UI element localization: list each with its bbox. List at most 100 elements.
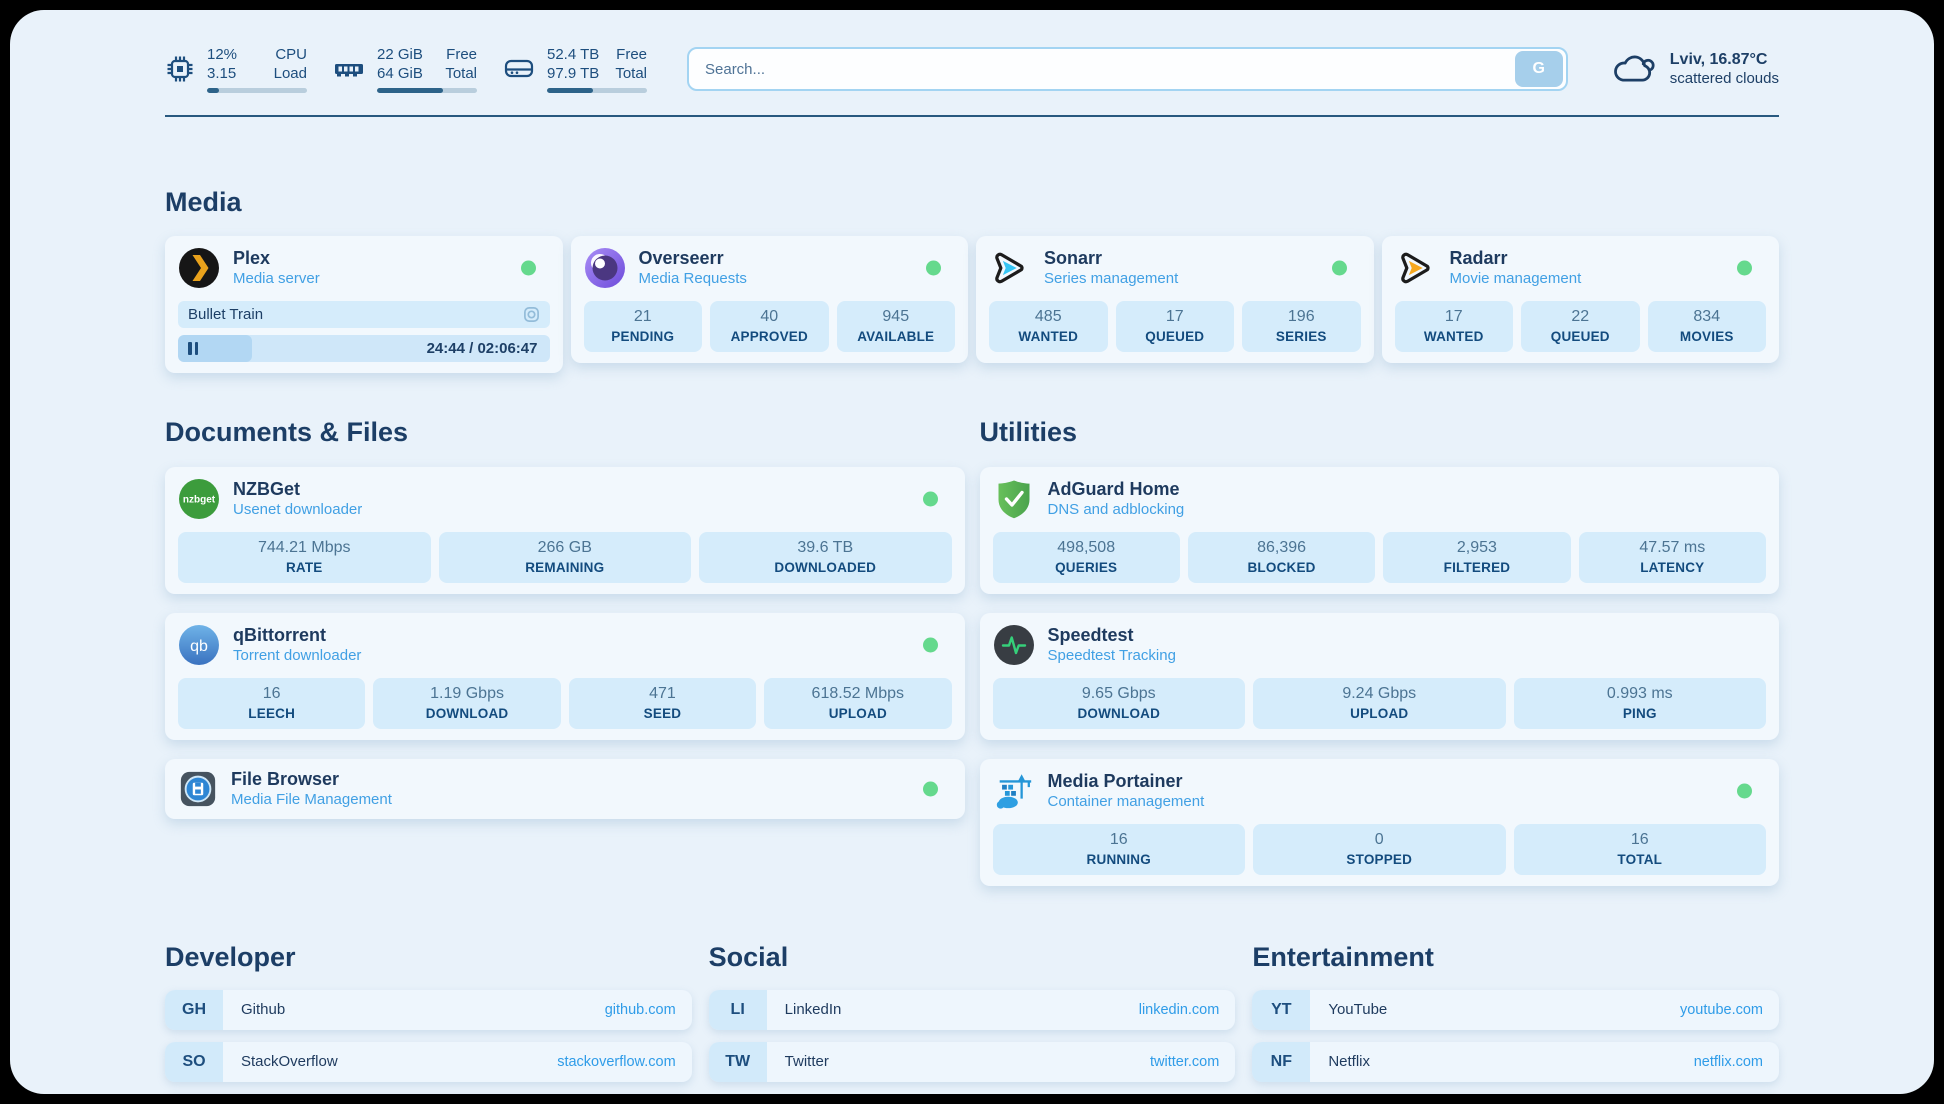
adguard-icon <box>993 478 1035 520</box>
hardware-stats: 12% 3.15 CPU Load <box>165 46 647 93</box>
service-subtitle: Speedtest Tracking <box>1048 647 1176 664</box>
bookmark-dev[interactable]: DT DEV dev.to <box>165 1094 692 1095</box>
now-playing-title: Bullet Train <box>188 306 523 323</box>
status-dot-online <box>521 260 536 275</box>
bookmark-name: YouTube <box>1310 1001 1387 1018</box>
pause-icon <box>188 342 198 355</box>
bookmark-abbr: GH <box>165 990 223 1030</box>
stat-box: 16 RUNNING <box>993 824 1246 875</box>
stat-box: 744.21 Mbps RATE <box>178 532 431 583</box>
search-input[interactable] <box>689 61 1515 78</box>
sonarr-icon <box>989 247 1031 289</box>
search-engine-button[interactable]: G <box>1515 51 1563 87</box>
service-name: File Browser <box>231 769 392 790</box>
bookmark-url: twitter.com <box>1150 1054 1235 1070</box>
bookmark-abbr: DT <box>165 1094 223 1095</box>
stat-box: 0 STOPPED <box>1253 824 1506 875</box>
plex-icon <box>178 247 220 289</box>
service-name: NZBGet <box>233 479 362 500</box>
service-subtitle: Media Requests <box>639 270 747 287</box>
service-card-portainer[interactable]: Media Portainer Container management 16 … <box>980 759 1780 886</box>
bookmark-abbr: NF <box>1252 1042 1310 1082</box>
disk-label-2: Total <box>615 65 647 84</box>
stat-box: 196 SERIES <box>1242 301 1361 352</box>
section-title-developer: Developer <box>165 942 692 973</box>
svg-text:nzbget: nzbget <box>183 494 216 505</box>
stat-box: 485 WANTED <box>989 301 1108 352</box>
bookmark-abbr: YT <box>1252 990 1310 1030</box>
stat-box: 39.6 TB DOWNLOADED <box>699 532 952 583</box>
status-dot-online <box>923 637 938 652</box>
header-bar: 12% 3.15 CPU Load <box>165 46 1779 93</box>
service-subtitle: Series management <box>1044 270 1178 287</box>
service-name: AdGuard Home <box>1048 479 1185 500</box>
camera-icon <box>523 306 540 323</box>
disk-progress-bar <box>547 88 647 93</box>
bookmark-abbr: SO <box>165 1042 223 1082</box>
disk-icon <box>503 54 535 84</box>
bookmark-abbr: RE <box>1252 1094 1310 1095</box>
ram-icon <box>333 54 365 84</box>
bookmark-name: Twitter <box>767 1053 829 1070</box>
bookmark-abbr: LI <box>709 990 767 1030</box>
cpu-widget: 12% 3.15 CPU Load <box>165 46 307 93</box>
stat-box: 17 WANTED <box>1395 301 1514 352</box>
service-subtitle: Container management <box>1048 793 1205 810</box>
stat-box: 40 APPROVED <box>710 301 829 352</box>
dashboard-panel: 12% 3.15 CPU Load <box>10 10 1934 1094</box>
service-card-qbittorrent[interactable]: qb qBittorrent Torrent downloader 16 LEE… <box>165 613 965 740</box>
stat-box: 945 AVAILABLE <box>837 301 956 352</box>
cpu-icon <box>165 54 195 84</box>
disk-total-value: 97.9 TB <box>547 65 599 84</box>
now-playing-row: Bullet Train <box>178 301 550 328</box>
service-subtitle: Torrent downloader <box>233 647 361 664</box>
bookmark-linkedin[interactable]: LI LinkedIn linkedin.com <box>709 990 1236 1030</box>
bookmark-youtube[interactable]: YT YouTube youtube.com <box>1252 990 1779 1030</box>
bookmark-twitter[interactable]: TW Twitter twitter.com <box>709 1042 1236 1082</box>
service-subtitle: Usenet downloader <box>233 501 362 518</box>
section-title-documents: Documents & Files <box>165 417 965 448</box>
stat-box: 1.19 Gbps DOWNLOAD <box>373 678 560 729</box>
stat-box: 17 QUEUED <box>1116 301 1235 352</box>
status-dot-online <box>926 260 941 275</box>
stat-box: 9.24 Gbps UPLOAD <box>1253 678 1506 729</box>
stat-box: 2,953 FILTERED <box>1383 532 1570 583</box>
service-card-speedtest[interactable]: Speedtest Speedtest Tracking 9.65 Gbps D… <box>980 613 1780 740</box>
ram-label-1: Free <box>445 46 477 65</box>
service-subtitle: Movie management <box>1450 270 1582 287</box>
service-subtitle: DNS and adblocking <box>1048 501 1185 518</box>
bookmark-name: LinkedIn <box>767 1001 842 1018</box>
bookmark-netflix[interactable]: NF Netflix netflix.com <box>1252 1042 1779 1082</box>
service-card-filebrowser[interactable]: File Browser Media File Management <box>165 759 965 819</box>
service-card-radarr[interactable]: Radarr Movie management 17 WANTED 22 QUE… <box>1382 236 1780 363</box>
bookmark-abbr: TW <box>709 1042 767 1082</box>
cloud-icon <box>1610 51 1658 87</box>
status-dot-online <box>1332 260 1347 275</box>
ram-free-value: 22 GiB <box>377 46 423 65</box>
qbittorrent-icon: qb <box>178 624 220 666</box>
filebrowser-icon <box>178 769 218 809</box>
bookmark-stackoverflow[interactable]: SO StackOverflow stackoverflow.com <box>165 1042 692 1082</box>
bookmark-github[interactable]: GH Github github.com <box>165 990 692 1030</box>
stat-box: 266 GB REMAINING <box>439 532 692 583</box>
disk-free-value: 52.4 TB <box>547 46 599 65</box>
ram-widget: 22 GiB 64 GiB Free Total <box>333 46 477 93</box>
service-card-adguard[interactable]: AdGuard Home DNS and adblocking 498,508 … <box>980 467 1780 594</box>
disk-label-1: Free <box>615 46 647 65</box>
service-card-plex[interactable]: Plex Media server Bullet Train 24:44 / 0 <box>165 236 563 373</box>
portainer-icon <box>993 770 1035 812</box>
status-dot-online <box>923 781 938 796</box>
service-card-sonarr[interactable]: Sonarr Series management 485 WANTED 17 Q… <box>976 236 1374 363</box>
service-name: Sonarr <box>1044 248 1178 269</box>
playback-progress-bar: 24:44 / 02:06:47 <box>178 335 550 362</box>
ram-label-2: Total <box>445 65 477 84</box>
cpu-usage-value: 12% <box>207 46 237 65</box>
bookmark-reddit[interactable]: RE Reddit reddit.com <box>1252 1094 1779 1095</box>
service-card-overseerr[interactable]: Overseerr Media Requests 21 PENDING 40 A… <box>571 236 969 363</box>
bookmark-name: StackOverflow <box>223 1053 338 1070</box>
status-dot-online <box>923 491 938 506</box>
cpu-label-2: Load <box>274 65 307 84</box>
stat-box: 47.57 ms LATENCY <box>1579 532 1766 583</box>
search-bar: G <box>687 47 1568 91</box>
service-card-nzbget[interactable]: nzbget NZBGet Usenet downloader 744.21 M… <box>165 467 965 594</box>
